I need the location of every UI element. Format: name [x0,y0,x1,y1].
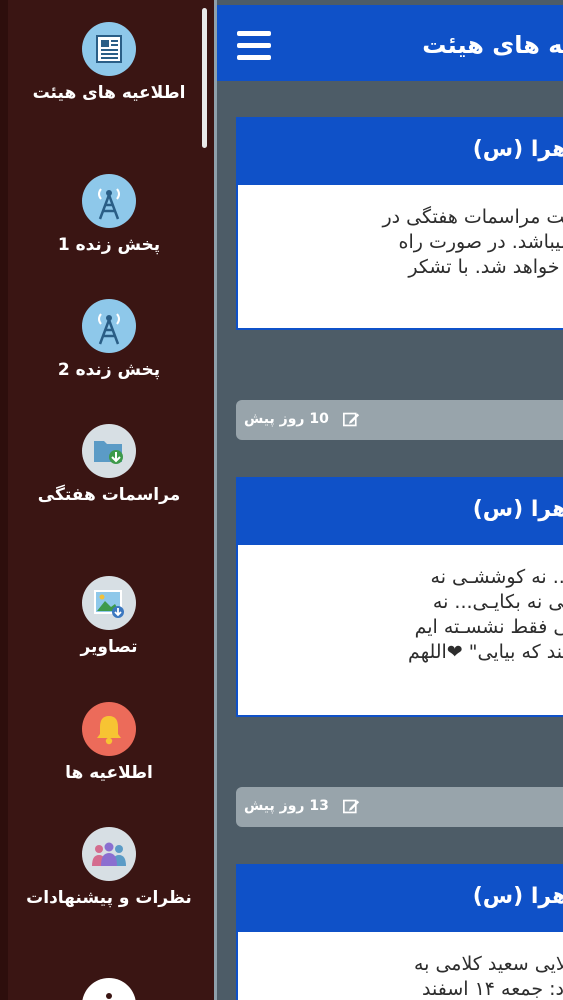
announcement-card[interactable]: زهرا (س) کربلایی سعید کلامی به گردد: جمع… [236,864,563,1000]
sidebar-item-info[interactable] [20,978,198,1000]
people-icon [82,827,136,881]
sidebar: اطلاعیه های هیئت پخش زنده 1 پخش زنده 2 م… [0,0,214,1000]
image-download-icon [82,576,136,630]
card-time: 10 روز پیش [244,411,329,427]
edit-icon [343,412,360,427]
card-meta: 13 روز پیش [236,787,563,827]
sidebar-item-weekly-ceremonies[interactable]: مراسمات هفتگی [20,424,198,506]
newspaper-icon [82,22,136,76]
card-time: 13 روز پیش [244,798,329,814]
page-title: عیه های هیئت [422,31,563,59]
folder-download-icon [82,424,136,478]
sidebar-scrollbar[interactable] [202,8,207,148]
sidebar-item-notifications[interactable]: اطلاعیه ها [20,702,198,784]
sidebar-item-images[interactable]: تصاویر [20,576,198,658]
announcement-card[interactable]: زهرا (س) سمت مراسمات هفتگی در ی میباشد. … [236,117,563,330]
hamburger-menu-icon[interactable] [237,31,271,61]
edit-icon [343,799,360,814]
card-heading: زهرا (س) [238,119,563,185]
sidebar-item-live-1[interactable]: پخش زنده 1 [20,174,198,256]
sidebar-item-live-2[interactable]: پخش زنده 2 [20,299,198,381]
card-heading: زهرا (س) [238,866,563,932]
bell-icon [82,702,136,756]
radio-tower-icon [82,299,136,353]
sidebar-item-feedback[interactable]: نظرات و پیشنهادات [20,827,198,909]
sidebar-item-announcements[interactable]: اطلاعیه های هیئت [20,22,198,104]
radio-tower-icon [82,174,136,228]
card-body: سمت مراسمات هفتگی در ی میباشد. در صورت ر… [382,206,563,278]
card-heading: زهرا (س) [238,479,563,545]
main-content: عیه های هیئت زهرا (س) سمت مراسمات هفتگی … [214,0,563,1000]
top-bar: عیه های هیئت [217,5,563,81]
announcement-card[interactable]: زهرا (س) یی... نه کوششـی نه یشـی نه بکای… [236,477,563,717]
card-body: کربلایی سعید کلامی به گردد: جمعه ۱۴ اسفن… [413,953,563,1000]
card-body: یی... نه کوششـی نه یشـی نه بکایـی... نه … [408,566,563,663]
card-meta: 10 روز پیش [236,400,563,440]
info-icon [82,978,136,1000]
